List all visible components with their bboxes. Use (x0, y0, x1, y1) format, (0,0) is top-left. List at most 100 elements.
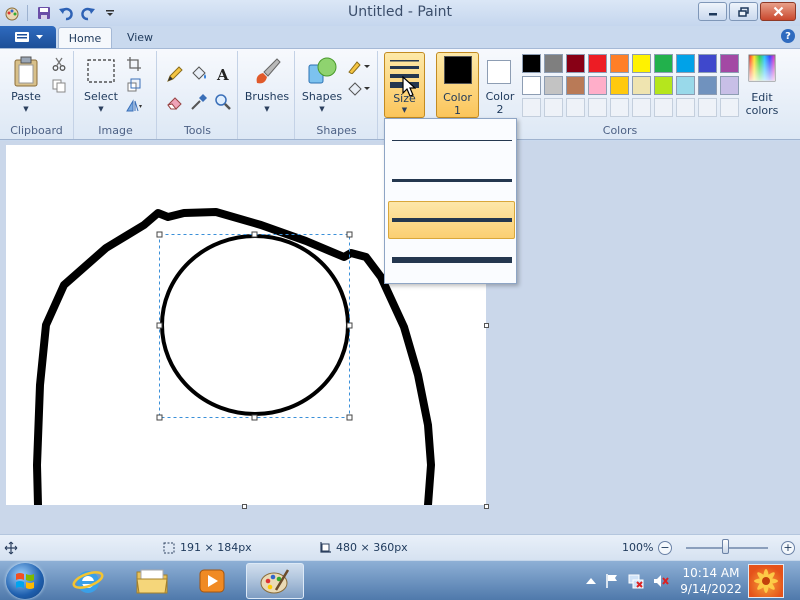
palette-empty-swatch[interactable] (610, 98, 629, 117)
zoom-out-button[interactable]: − (658, 541, 672, 555)
taskbar-paint[interactable] (246, 563, 304, 599)
cut-icon[interactable] (50, 55, 68, 73)
palette-swatch[interactable] (522, 54, 541, 73)
palette-empty-swatch[interactable] (720, 98, 739, 117)
paint-icon (260, 569, 290, 594)
pencil-icon[interactable] (164, 63, 186, 85)
palette-swatch[interactable] (676, 54, 695, 73)
mouse-cursor-icon (402, 76, 416, 97)
palette-swatch[interactable] (566, 54, 585, 73)
select-icon (87, 59, 115, 83)
zoom-slider-thumb[interactable] (722, 539, 729, 554)
palette-swatch[interactable] (632, 76, 651, 95)
shapes-button[interactable]: Shapes ▼ (300, 55, 344, 116)
clock-time: 10:14 AM (682, 566, 740, 580)
show-desktop-button[interactable] (748, 564, 784, 598)
network-icon[interactable] (628, 573, 644, 589)
palette-empty-swatch[interactable] (654, 98, 673, 117)
magnifier-icon[interactable] (212, 91, 234, 113)
canvas-resize-handle-right[interactable] (484, 323, 489, 328)
clipboard-group-label: Clipboard (10, 124, 63, 137)
fill-bucket-icon[interactable] (188, 63, 210, 85)
size-option-8px[interactable] (388, 241, 515, 279)
size-option-5px[interactable] (388, 201, 515, 239)
color-1-label: Color 1 (437, 91, 478, 117)
eraser-icon[interactable] (164, 91, 186, 113)
palette-empty-swatch[interactable] (544, 98, 563, 117)
palette-empty-swatch[interactable] (676, 98, 695, 117)
canvas-size-text: 480 × 360px (336, 541, 408, 554)
taskbar-media-player[interactable] (186, 563, 238, 599)
palette-swatch[interactable] (588, 76, 607, 95)
palette-swatch[interactable] (566, 76, 585, 95)
paste-icon (14, 56, 38, 87)
palette-swatch[interactable] (676, 76, 695, 95)
outline-icon[interactable] (346, 57, 372, 75)
canvas-resize-handle-bottom[interactable] (242, 504, 247, 509)
edit-colors-label-line1: Edit (751, 91, 773, 104)
color-palette (522, 54, 739, 117)
palette-swatch[interactable] (632, 54, 651, 73)
palette-empty-swatch[interactable] (698, 98, 717, 117)
clipboard-group: Paste ▼ Clipboard (0, 51, 74, 139)
zoom-in-button[interactable]: + (781, 541, 795, 555)
palette-swatch[interactable] (698, 76, 717, 95)
taskbar-file-explorer[interactable] (126, 563, 178, 599)
action-center-flag-icon[interactable] (604, 573, 620, 589)
edit-colors-label-line2: colors (745, 104, 779, 117)
resize-icon[interactable] (125, 76, 143, 94)
palette-swatch[interactable] (544, 76, 563, 95)
rotate-icon[interactable] (125, 97, 143, 115)
tab-home[interactable]: Home (58, 27, 112, 48)
color-1-button[interactable]: Color 1 (436, 52, 479, 118)
palette-empty-swatch[interactable] (522, 98, 541, 117)
taskbar-clock[interactable]: 10:14 AM 9/14/2022 (676, 565, 746, 597)
zoom-level-text: 100% (622, 541, 654, 554)
media-player-icon (199, 569, 225, 593)
paint-menu-button[interactable] (0, 26, 56, 48)
brushes-button[interactable]: Brushes ▼ (244, 55, 290, 116)
cursor-position-icon (4, 541, 18, 555)
text-tool-icon[interactable]: A (212, 63, 234, 85)
image-group-label: Image (98, 124, 133, 137)
palette-swatch[interactable] (720, 54, 739, 73)
edit-colors-button[interactable]: Edit colors (742, 54, 782, 118)
color-2-button[interactable]: Color 2 (481, 52, 519, 118)
taskbar-internet-explorer[interactable] (62, 563, 114, 599)
canvas-resize-handle-corner[interactable] (484, 504, 489, 509)
size-option-1px[interactable] (388, 121, 515, 159)
palette-swatch[interactable] (610, 76, 629, 95)
copy-icon[interactable] (50, 77, 68, 95)
palette-swatch[interactable] (522, 76, 541, 95)
tab-view[interactable]: View (116, 27, 164, 48)
palette-swatch[interactable] (544, 54, 563, 73)
crop-icon[interactable] (125, 55, 143, 73)
palette-swatch[interactable] (654, 54, 673, 73)
close-button[interactable] (760, 2, 796, 21)
palette-swatch[interactable] (720, 76, 739, 95)
shapes-label: Shapes (301, 90, 343, 103)
volume-muted-icon[interactable] (653, 573, 669, 589)
select-button[interactable]: Select ▼ (81, 55, 121, 116)
maximize-button[interactable] (729, 2, 758, 21)
color-picker-icon[interactable] (188, 91, 210, 113)
show-hidden-icons-icon[interactable] (583, 573, 599, 589)
palette-swatch[interactable] (654, 76, 673, 95)
brushes-group: Brushes ▼ (239, 51, 295, 139)
palette-empty-swatch[interactable] (588, 98, 607, 117)
chevron-down-icon: ▼ (98, 105, 104, 113)
palette-empty-swatch[interactable] (632, 98, 651, 117)
internet-explorer-icon (72, 571, 104, 593)
minimize-button[interactable] (698, 2, 727, 21)
palette-swatch[interactable] (588, 54, 607, 73)
size-option-3px[interactable] (388, 161, 515, 199)
start-button[interactable] (6, 563, 44, 599)
palette-swatch[interactable] (610, 54, 629, 73)
palette-empty-swatch[interactable] (566, 98, 585, 117)
palette-swatch[interactable] (698, 54, 717, 73)
paste-button[interactable]: Paste ▼ (6, 55, 46, 116)
clock-date: 9/14/2022 (680, 582, 742, 596)
size-dropdown-menu (384, 118, 517, 284)
fill-icon[interactable] (346, 79, 372, 97)
help-icon[interactable]: ? (781, 29, 795, 43)
